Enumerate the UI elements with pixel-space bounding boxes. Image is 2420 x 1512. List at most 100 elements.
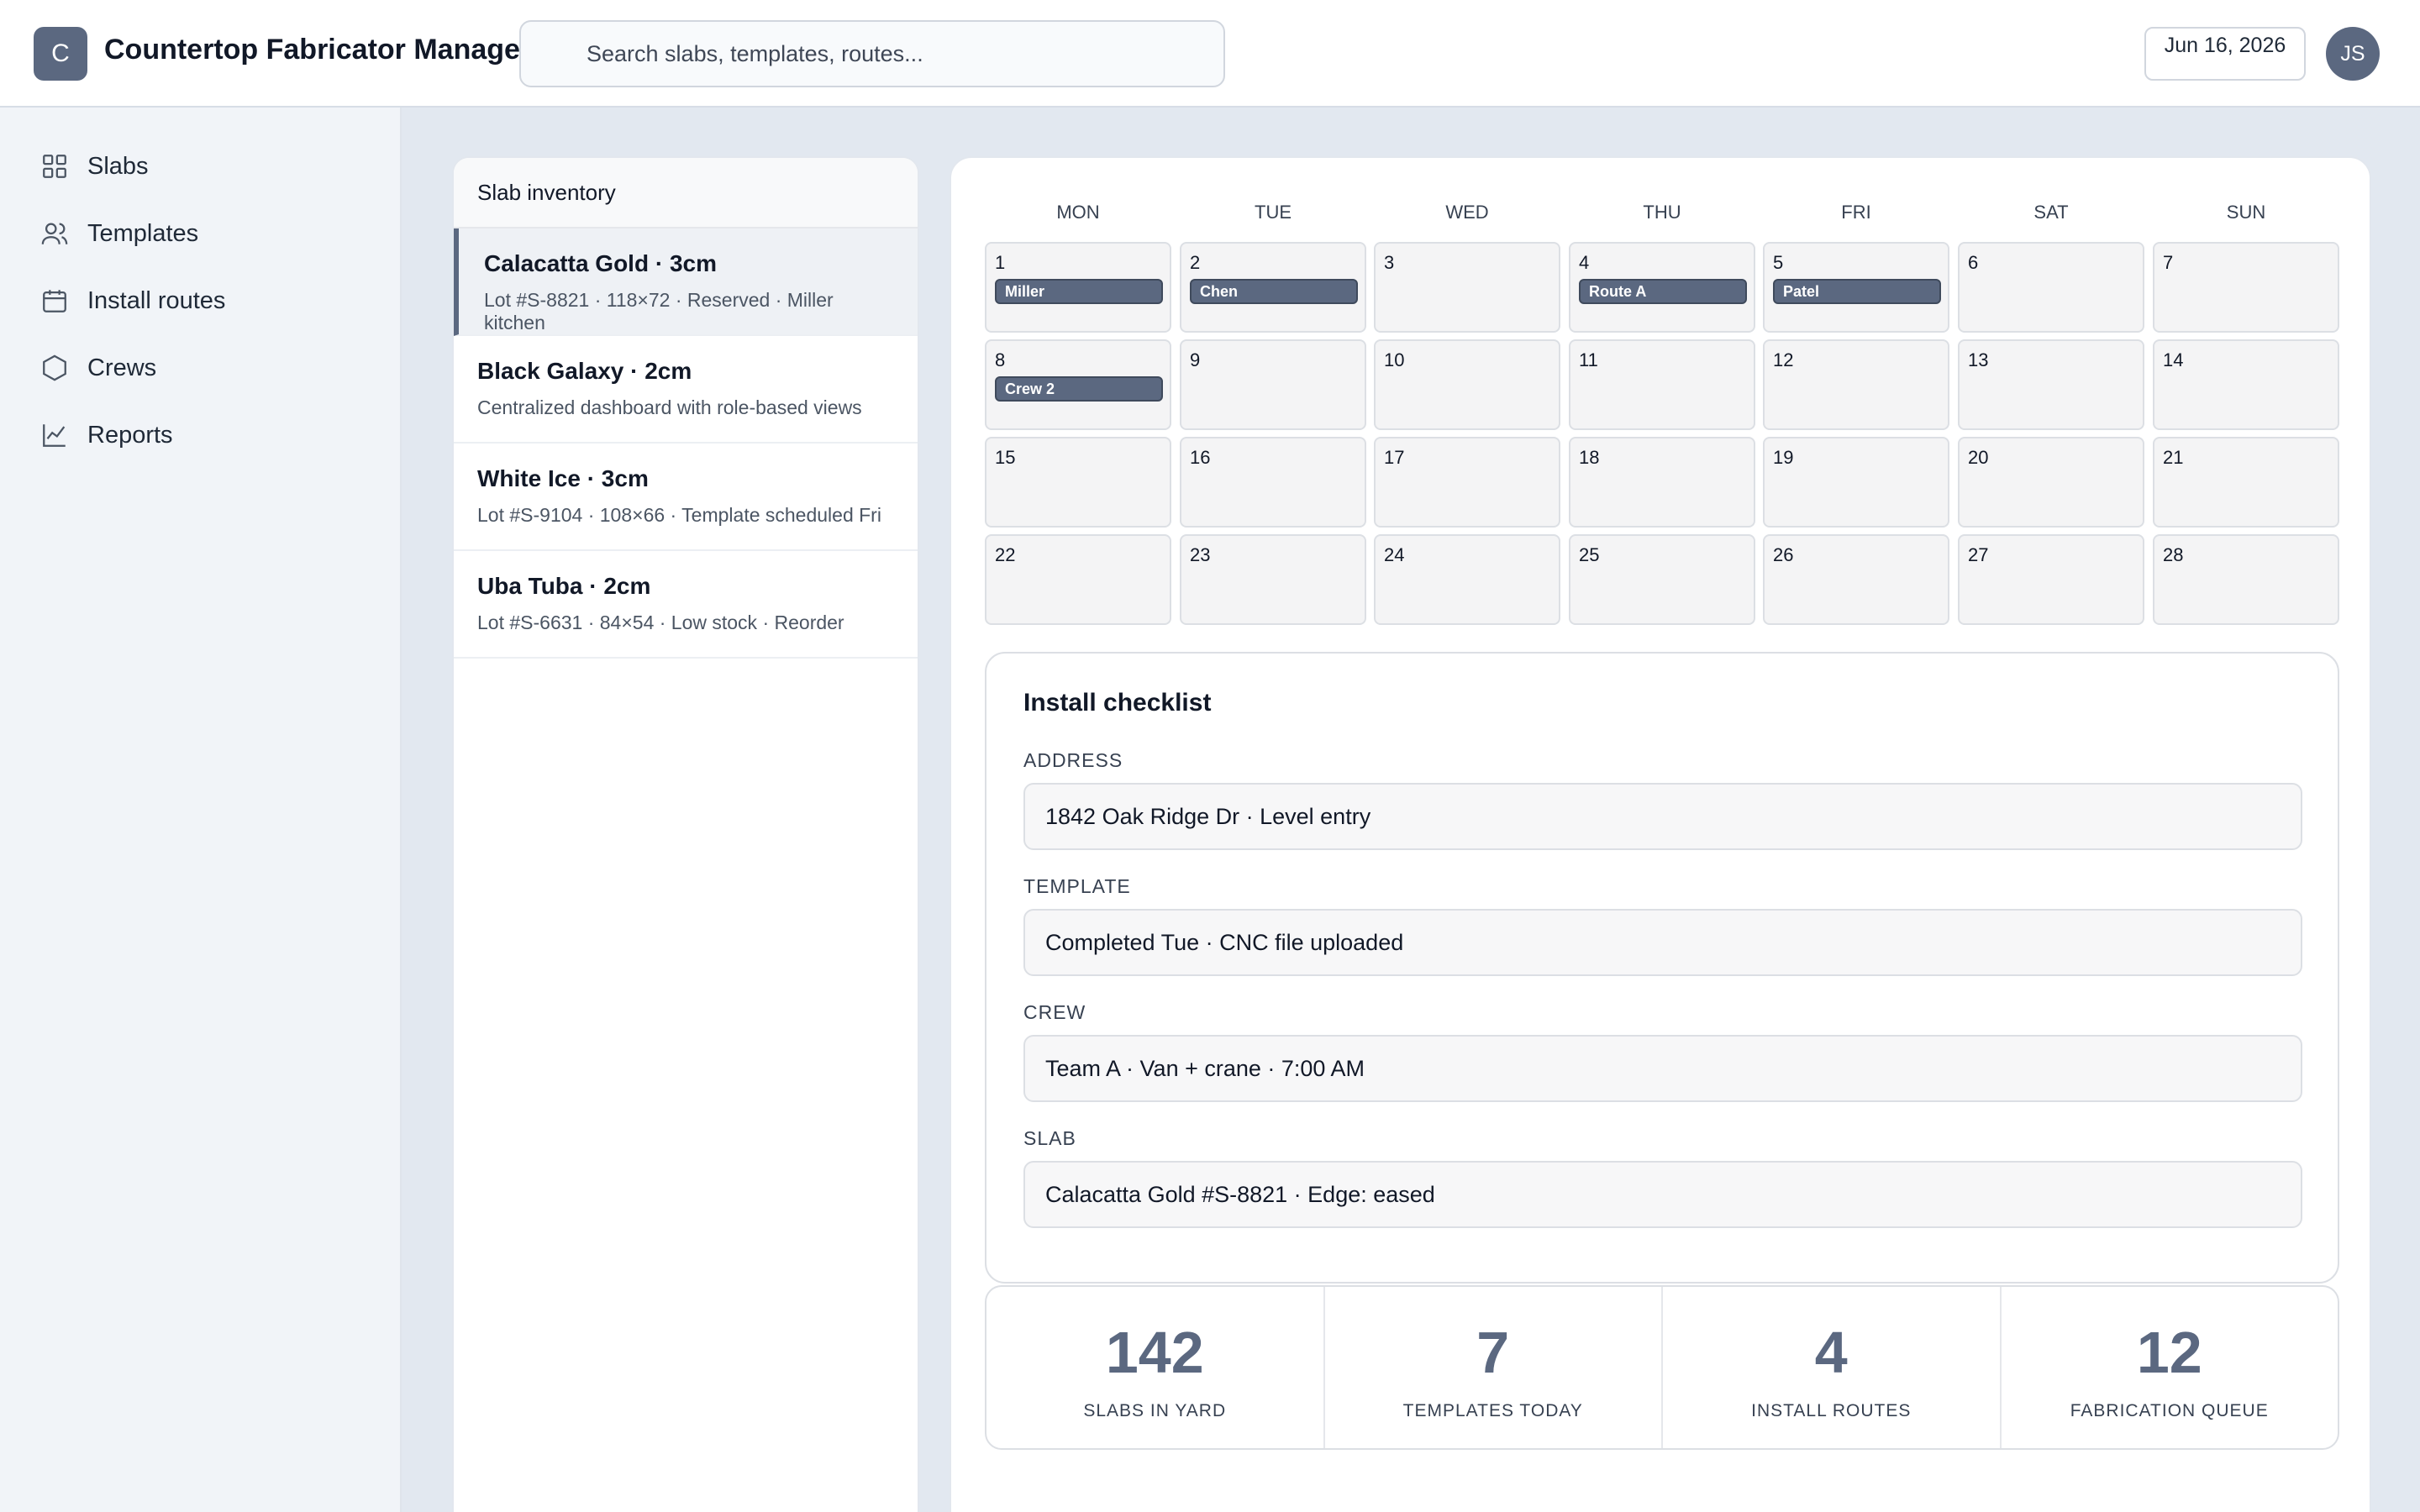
day-number: 15 xyxy=(995,447,1016,468)
stat-fabrication-queue: 12 FABRICATION QUEUE xyxy=(2002,1287,2338,1448)
sidebar-item-label: Templates xyxy=(87,219,199,247)
calendar-day[interactable]: 25 xyxy=(1569,534,1755,625)
users-icon xyxy=(41,223,68,244)
weekday-header: MON xyxy=(1056,202,1100,223)
calendar-day[interactable]: 6 xyxy=(1958,242,2144,333)
stat-slabs-in-yard: 142 SLABS IN YARD xyxy=(986,1287,1325,1448)
template-field[interactable] xyxy=(1023,909,2302,976)
calendar-day[interactable]: 2 Chen xyxy=(1180,242,1366,333)
slab-detail: Lot #S-8821 · 118×72 · Reserved · Miller… xyxy=(484,289,834,333)
checklist-title: Install checklist xyxy=(1023,689,1212,717)
sidebar-item-label: Install routes xyxy=(87,286,226,314)
app-title: Countertop Fabricator Manager xyxy=(104,34,532,66)
day-number: 26 xyxy=(1773,544,1794,565)
slab-name: Calacatta Gold · 3cm xyxy=(484,250,717,276)
calendar-day[interactable]: 26 xyxy=(1763,534,1949,625)
day-number: 18 xyxy=(1579,447,1600,468)
calendar-day[interactable]: 27 xyxy=(1958,534,2144,625)
calendar-day[interactable]: 20 xyxy=(1958,437,2144,528)
slab-name: Uba Tuba · 2cm xyxy=(477,573,651,599)
sidebar-item-slabs[interactable]: Slabs xyxy=(40,143,376,190)
stat-label: SLABS IN YARD xyxy=(1083,1401,1227,1420)
day-number: 23 xyxy=(1190,544,1211,565)
user-avatar[interactable]: JS xyxy=(2326,27,2380,81)
event-chip[interactable]: Route A xyxy=(1579,279,1747,304)
day-number: 21 xyxy=(2163,447,2184,468)
slab-detail: Centralized dashboard with role-based vi… xyxy=(477,396,862,418)
panel-title: Slab inventory xyxy=(454,158,918,228)
calendar-day[interactable]: 13 xyxy=(1958,339,2144,430)
weekday-header: WED xyxy=(1445,202,1489,223)
top-bar: C Countertop Fabricator Manager Jun 16, … xyxy=(0,0,2420,108)
calendar-day[interactable]: 9 xyxy=(1180,339,1366,430)
day-number: 19 xyxy=(1773,447,1794,468)
stat-templates-today: 7 TEMPLATES TODAY xyxy=(1325,1287,1663,1448)
calendar-day[interactable]: 1 Miller xyxy=(985,242,1171,333)
hexagon-icon xyxy=(43,354,66,381)
calendar-day[interactable]: 16 xyxy=(1180,437,1366,528)
stat-value: 12 xyxy=(2136,1320,2202,1385)
event-chip[interactable]: Chen xyxy=(1190,279,1358,304)
list-item-slab[interactable]: Calacatta Gold · 3cm Lot #S-8821 · 118×7… xyxy=(454,228,918,336)
day-number: 11 xyxy=(1579,349,1598,370)
day-number: 3 xyxy=(1384,252,1395,273)
stat-value: 4 xyxy=(1814,1320,1848,1385)
calendar-day[interactable]: 12 xyxy=(1763,339,1949,430)
address-field[interactable] xyxy=(1023,783,2302,850)
app-logo[interactable]: C xyxy=(34,27,87,81)
sidebar-item-label: Reports xyxy=(87,421,173,449)
calendar-day[interactable]: 7 xyxy=(2153,242,2339,333)
calendar-day[interactable]: 23 xyxy=(1180,534,1366,625)
event-chip[interactable]: Crew 2 xyxy=(995,376,1163,402)
crew-field[interactable] xyxy=(1023,1035,2302,1102)
calendar-day[interactable]: 4 Route A xyxy=(1569,242,1755,333)
calendar-day[interactable]: 15 xyxy=(985,437,1171,528)
stat-label: INSTALL ROUTES xyxy=(1751,1401,1912,1420)
calendar-day[interactable]: 19 xyxy=(1763,437,1949,528)
calendar-day[interactable]: 24 xyxy=(1374,534,1560,625)
stat-value: 142 xyxy=(1105,1320,1204,1385)
address-label: ADDRESS xyxy=(1023,749,1123,771)
weekday-header: TUE xyxy=(1255,202,1292,223)
sidebar-item-templates[interactable]: Templates xyxy=(40,210,376,257)
slab-field[interactable] xyxy=(1023,1161,2302,1228)
event-chip[interactable]: Miller xyxy=(995,279,1163,304)
main-panel: MON TUE WED THU FRI SAT SUN 1 Miller 2 Chen 3 4 Route… xyxy=(950,156,2371,1512)
calendar-day[interactable]: 11 xyxy=(1569,339,1755,430)
stat-value: 7 xyxy=(1476,1320,1510,1385)
day-number: 13 xyxy=(1968,349,1989,370)
sidebar-item-label: Crews xyxy=(87,354,157,381)
calendar-day[interactable]: 3 xyxy=(1374,242,1560,333)
calendar-day[interactable]: 10 xyxy=(1374,339,1560,430)
list-item-slab[interactable]: Uba Tuba · 2cm Lot #S-6631 · 84×54 · Low… xyxy=(454,551,918,659)
slab-inventory-panel: Slab inventory Calacatta Gold · 3cm Lot … xyxy=(452,156,919,1512)
day-number: 27 xyxy=(1968,544,1989,565)
sidebar-item-reports[interactable]: Reports xyxy=(40,412,376,459)
day-number: 9 xyxy=(1190,349,1201,370)
search-input[interactable] xyxy=(519,20,1225,87)
sidebar-item-install-routes[interactable]: Install routes xyxy=(40,277,376,324)
calendar-day[interactable]: 18 xyxy=(1569,437,1755,528)
calendar-day[interactable]: 22 xyxy=(985,534,1171,625)
event-chip[interactable]: Patel xyxy=(1773,279,1941,304)
calendar-day[interactable]: 5 Patel xyxy=(1763,242,1949,333)
weekday-header: THU xyxy=(1643,202,1681,223)
calendar-day[interactable]: 28 xyxy=(2153,534,2339,625)
stat-install-routes: 4 INSTALL ROUTES xyxy=(1663,1287,2002,1448)
day-number: 16 xyxy=(1190,447,1211,468)
slab-name: White Ice · 3cm xyxy=(477,465,649,491)
day-number: 7 xyxy=(2163,252,2174,273)
list-item-slab[interactable]: White Ice · 3cm Lot #S-9104 · 108×66 · T… xyxy=(454,444,918,551)
day-number: 12 xyxy=(1773,349,1794,370)
calendar-day[interactable]: 8 Crew 2 xyxy=(985,339,1171,430)
weekday-header: SAT xyxy=(2033,202,2069,223)
calendar-day[interactable]: 17 xyxy=(1374,437,1560,528)
list-item-slab[interactable]: Black Galaxy · 2cm Centralized dashboard… xyxy=(454,336,918,444)
date-picker[interactable]: Jun 16, 2026 xyxy=(2144,27,2306,81)
day-number: 25 xyxy=(1579,544,1600,565)
sidebar-item-crews[interactable]: Crews xyxy=(40,344,376,391)
day-number: 6 xyxy=(1968,252,1979,273)
calendar-day[interactable]: 14 xyxy=(2153,339,2339,430)
calendar-day[interactable]: 21 xyxy=(2153,437,2339,528)
install-checklist: Install checklist ADDRESS TEMPLATE CREW … xyxy=(985,652,2339,1284)
